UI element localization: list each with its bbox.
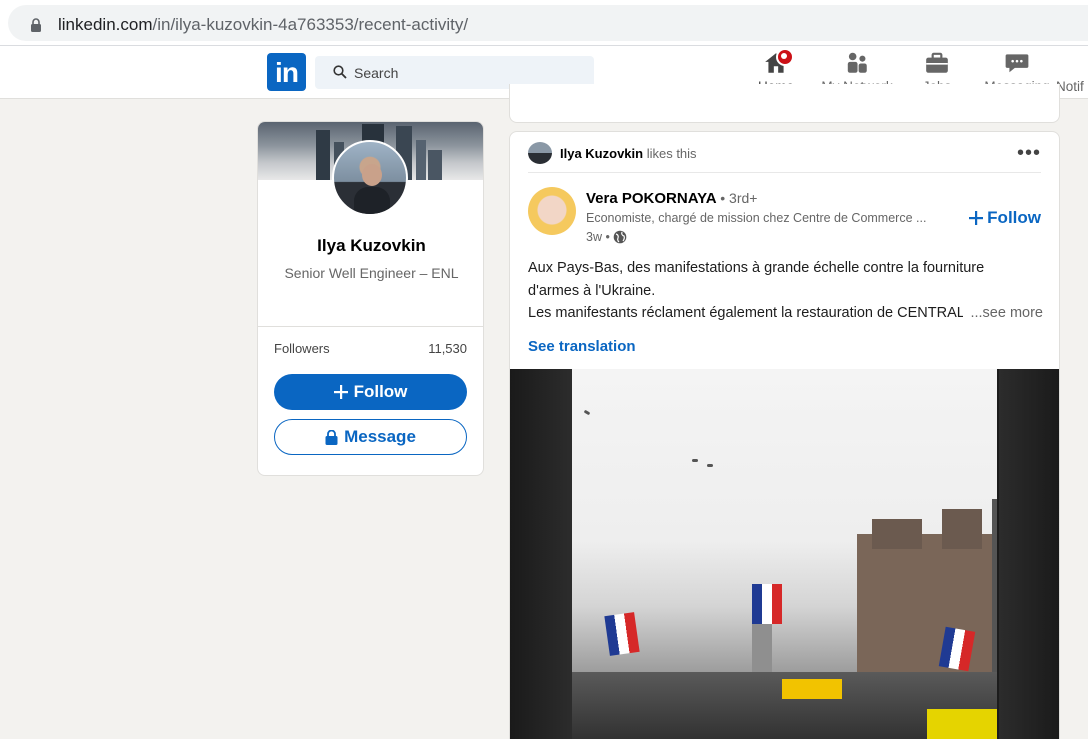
post-time: 3w • (586, 230, 627, 244)
video-frame (572, 369, 997, 739)
search-icon (333, 65, 347, 79)
profile-name[interactable]: Ilya Kuzovkin (258, 236, 483, 256)
profile-avatar[interactable] (332, 140, 408, 216)
browser-address-bar: linkedin.com/in/ilya-kuzovkin-4a763353/r… (0, 0, 1088, 46)
notification-badge (776, 48, 794, 66)
post-video[interactable] (510, 369, 1059, 739)
see-translation-link[interactable]: See translation (528, 338, 636, 355)
profile-headline: Senior Well Engineer – ENL (284, 265, 459, 281)
liker-avatar[interactable] (528, 142, 552, 164)
search-placeholder: Search (354, 65, 399, 81)
globe-icon (613, 230, 627, 244)
lock-icon (31, 18, 41, 32)
briefcase-icon (924, 50, 950, 76)
author-avatar[interactable] (528, 187, 576, 235)
profile-card: Ilya Kuzovkin Senior Well Engineer – ENL… (257, 121, 484, 476)
feed-post: Ilya Kuzovkin likes this ••• Vera POKORN… (509, 131, 1060, 739)
lock-icon (325, 429, 338, 445)
linkedin-logo[interactable]: in (267, 53, 306, 91)
home-icon (763, 48, 794, 76)
people-icon (844, 50, 870, 76)
url-text: linkedin.com/in/ilya-kuzovkin-4a763353/r… (58, 15, 469, 34)
url-field[interactable]: linkedin.com/in/ilya-kuzovkin-4a763353/r… (8, 5, 1088, 41)
author-headline: Economiste, chargé de mission chez Centr… (586, 211, 927, 225)
bell-icon (1056, 50, 1082, 76)
plus-icon (333, 385, 348, 399)
chat-bubble-icon (1004, 50, 1030, 76)
divider (528, 172, 1041, 173)
see-more-link[interactable]: ...see more (970, 302, 1043, 325)
nav-notifications[interactable]: Notif (1056, 50, 1088, 98)
message-button[interactable]: Message (274, 419, 467, 455)
social-context: Ilya Kuzovkin likes this (560, 146, 697, 161)
followers-count: 11,530 (428, 341, 467, 356)
more-options-icon[interactable]: ••• (1017, 142, 1041, 165)
post-text: Aux Pays-Bas, des manifestations à grand… (528, 257, 1043, 325)
plus-icon (969, 211, 984, 225)
author-name[interactable]: Vera POKORNAYA • 3rd+ (586, 190, 757, 207)
follow-button[interactable]: Follow (274, 374, 467, 410)
previous-post-actions (509, 84, 1060, 123)
follow-author-button[interactable]: Follow (969, 208, 1041, 228)
followers-label: Followers (274, 341, 330, 356)
divider (258, 326, 483, 327)
